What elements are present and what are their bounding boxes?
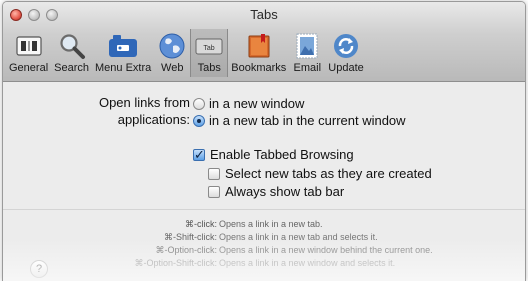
radio-label: in a new tab in the current window	[209, 113, 406, 128]
toolbar-item-general[interactable]: General	[6, 29, 51, 77]
toolbar-label: Email	[293, 62, 322, 74]
title-bar: Tabs General Search Menu Extra Web Tab T…	[3, 2, 525, 82]
bookmarks-book-icon	[244, 32, 274, 60]
toolbar-label: Update	[328, 62, 364, 74]
toolbar-label: Search	[54, 62, 89, 74]
checkbox[interactable]	[208, 167, 220, 180]
checkbox-checked[interactable]	[193, 147, 205, 163]
radio-new-tab[interactable]: in a new tab in the current window	[193, 113, 406, 128]
toolbar-label: Menu Extra	[95, 62, 152, 74]
select-new-tabs-option[interactable]: Select new tabs as they are created	[208, 166, 432, 181]
shortcut-key: ⌘-click:	[185, 219, 217, 229]
radio-label: in a new window	[209, 96, 305, 111]
always-show-tab-bar-option[interactable]: Always show tab bar	[208, 184, 344, 199]
toolbar-item-bookmarks[interactable]: Bookmarks	[228, 29, 289, 77]
help-button[interactable]: ?	[30, 260, 48, 278]
enable-tabbed-browsing[interactable]: Enable Tabbed Browsing	[193, 147, 354, 163]
shortcut-key: ⌘-Shift-click:	[163, 232, 217, 242]
toolbar-item-tabs[interactable]: Tab Tabs	[190, 29, 229, 77]
open-links-label-line2: applications:	[117, 112, 190, 127]
shortcut-desc: Opens a link in a new tab.	[219, 219, 323, 229]
toolbar-label: General	[9, 62, 49, 74]
toolbar-label: Tabs	[197, 62, 221, 74]
checkbox-label: Enable Tabbed Browsing	[210, 147, 354, 162]
shortcut-key: ⌘-Option-click:	[155, 245, 217, 255]
radio-button[interactable]	[193, 97, 205, 110]
toolbar-label: Bookmarks	[231, 62, 287, 74]
open-links-label-line1: Open links from	[98, 95, 190, 110]
stamp-icon	[292, 32, 322, 60]
magnifier-icon	[57, 32, 87, 60]
toolbar-item-email[interactable]: Email	[289, 29, 325, 77]
toolbar-label: Web	[161, 62, 184, 74]
globe-icon	[157, 32, 187, 60]
refresh-icon	[331, 32, 361, 60]
shortcut-row: ⌘-Option-Shift-click: Opens a link in a …	[3, 258, 395, 269]
checkbox-label: Select new tabs as they are created	[225, 166, 432, 181]
toolbar-item-web[interactable]: Web	[154, 29, 190, 77]
shortcut-row: ⌘-Option-click: Opens a link in a new wi…	[3, 245, 433, 256]
shortcut-desc: Opens a link in a new tab and selects it…	[219, 232, 378, 242]
toolbar-item-menu-extra[interactable]: Menu Extra	[92, 29, 154, 77]
radio-new-window[interactable]: in a new window	[193, 96, 304, 111]
toolbar-item-search[interactable]: Search	[51, 29, 92, 77]
shortcut-desc: Opens a link in a new window and selects…	[219, 258, 396, 268]
preferences-window: Tabs General Search Menu Extra Web Tab T…	[2, 1, 526, 281]
checkbox[interactable]	[208, 185, 220, 198]
tabs-icon: Tab	[194, 32, 224, 60]
radio-button-selected[interactable]	[193, 114, 205, 127]
toolbar-item-update[interactable]: Update	[325, 29, 366, 77]
shortcut-row: ⌘-click: Opens a link in a new tab.	[3, 219, 323, 230]
menu-extra-icon	[108, 32, 138, 60]
shortcut-desc: Opens a link in a new window behind the …	[219, 245, 433, 255]
section-divider	[3, 209, 525, 210]
shortcut-row: ⌘-Shift-click: Opens a link in a new tab…	[3, 232, 378, 243]
window-title: Tabs	[250, 7, 278, 22]
tabs-icon-text: Tab	[204, 45, 215, 52]
general-switch-icon	[14, 32, 44, 60]
tabs-preferences-pane: Open links from applications: in a new w…	[3, 82, 525, 281]
checkbox-label: Always show tab bar	[225, 184, 345, 199]
preferences-toolbar: General Search Menu Extra Web Tab Tabs B…	[6, 29, 367, 77]
